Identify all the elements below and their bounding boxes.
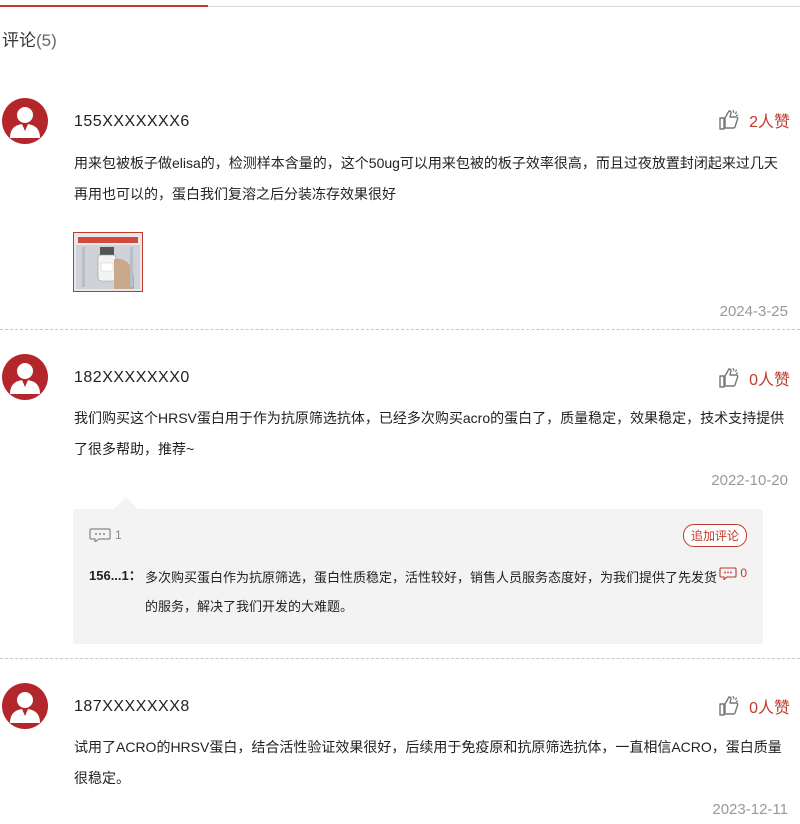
user-avatar-icon: [2, 354, 48, 400]
review-photo-thumbnail[interactable]: [73, 232, 143, 292]
review-divider: [0, 658, 800, 659]
reply-box-pointer: [114, 497, 138, 509]
thumbs-up-icon: [719, 367, 739, 388]
user-avatar-icon: [2, 683, 48, 729]
review-text: 试用了ACRO的HRSV蛋白，结合活性验证效果很好，后续用于免疫原和抗原筛选抗体…: [74, 739, 782, 786]
review-date: 2022-10-20: [711, 472, 788, 489]
review-divider: [0, 329, 800, 330]
reply-username: 156...1：: [89, 568, 142, 583]
like-button[interactable]: 0人赞: [717, 694, 790, 718]
thumbs-up-icon: [719, 695, 739, 716]
review-username: 187XXXXXXX8: [74, 698, 190, 715]
comments-count: (5): [36, 31, 57, 50]
reply-sub-count: 0: [740, 566, 747, 580]
like-count: 2人赞: [749, 114, 790, 131]
comment-bubble-icon: [89, 528, 111, 542]
like-button[interactable]: 0人赞: [717, 366, 790, 390]
thumbs-up-icon: [719, 109, 739, 130]
comment-bubble-icon: [719, 566, 737, 580]
active-tab-indicator: [0, 5, 208, 7]
comments-heading: 评论(5): [2, 26, 57, 51]
like-count: 0人赞: [749, 372, 790, 389]
review-text: 用来包被板子做elisa的，检测样本含量的，这个50ug可以用来包被的板子效率很…: [74, 155, 778, 202]
review-date: 2024-3-25: [719, 303, 788, 320]
reply-panel: 1 追加评论 156...1： 多次购买蛋白作为抗原筛选，蛋白性质稳定，活性较好…: [73, 509, 763, 644]
comments-title: 评论: [2, 31, 36, 50]
review-username: 155XXXXXXX6: [74, 113, 190, 130]
reply-sub-comment-button[interactable]: 0: [719, 566, 747, 580]
reply-count[interactable]: 1: [89, 528, 122, 542]
reply-count-value: 1: [115, 528, 122, 542]
review-date: 2023-12-11: [712, 801, 788, 818]
review-username: 182XXXXXXX0: [74, 369, 190, 386]
user-avatar-icon: [2, 98, 48, 144]
add-comment-button[interactable]: 追加评论: [682, 524, 747, 547]
like-button[interactable]: 2人赞: [717, 108, 790, 132]
review-text: 我们购买这个HRSV蛋白用于作为抗原筛选抗体，已经多次购买acro的蛋白了，质量…: [74, 410, 785, 457]
like-count: 0人赞: [749, 700, 790, 717]
reply-text: 多次购买蛋白作为抗原筛选，蛋白性质稳定，活性较好，销售人员服务态度好，为我们提供…: [145, 570, 718, 614]
